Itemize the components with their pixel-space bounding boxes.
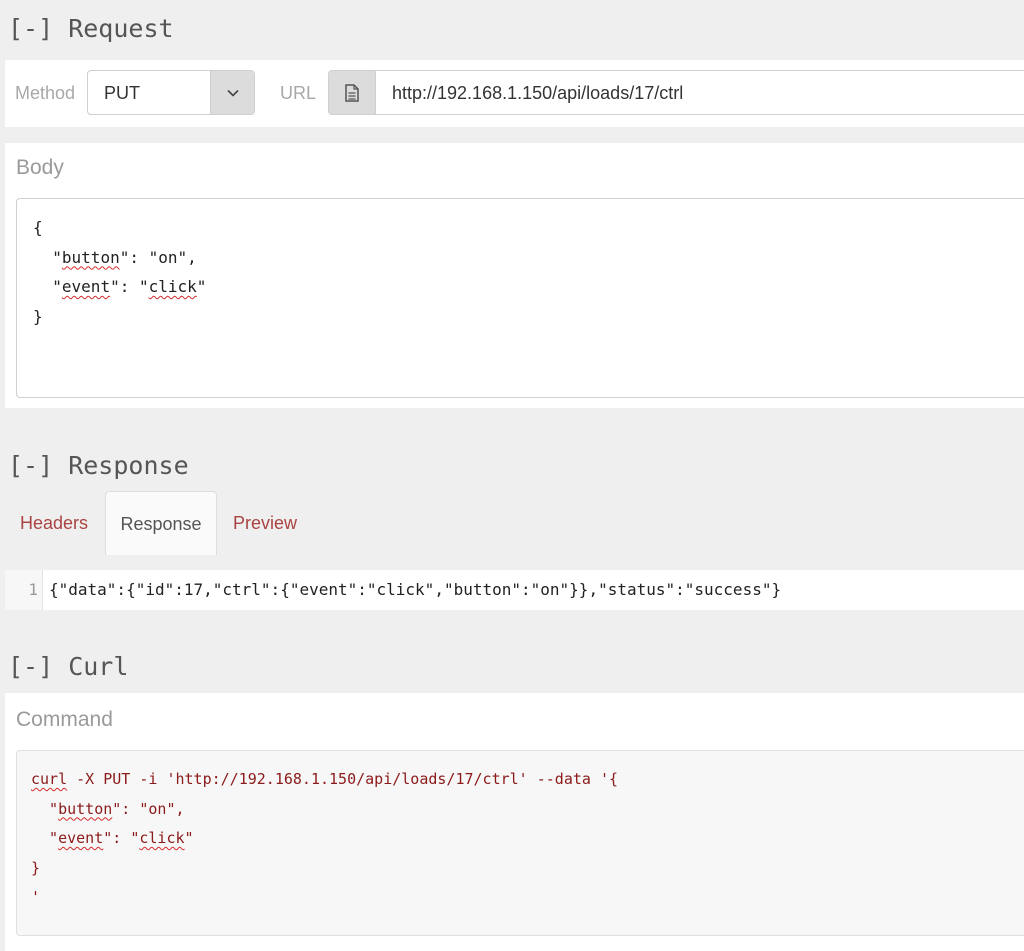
method-value: PUT bbox=[104, 83, 140, 103]
command-line: curl -X PUT -i 'http://192.168.1.150/api… bbox=[31, 770, 619, 788]
url-label: URL bbox=[280, 83, 317, 103]
url-field[interactable]: http://192.168.1.150/api/loads/17/ctrl bbox=[328, 70, 1024, 115]
response-content: {"data":{"id":17,"ctrl":{"event":"click"… bbox=[49, 580, 782, 599]
spell-error-button: button bbox=[58, 799, 113, 818]
command-heading: Command bbox=[16, 708, 113, 731]
url-value: http://192.168.1.150/api/loads/17/ctrl bbox=[392, 83, 684, 103]
curl-panel: Command curl -X PUT -i 'http://192.168.1… bbox=[5, 693, 1024, 951]
response-tabs: Headers Response Preview bbox=[5, 491, 1024, 555]
body-line: } bbox=[33, 306, 43, 326]
body-panel: Body { "button": "on", "event": "click"} bbox=[5, 143, 1024, 408]
response-section-title[interactable]: [-] Response bbox=[8, 451, 189, 480]
tab-response[interactable]: Response bbox=[105, 491, 217, 555]
tab-preview[interactable]: Preview bbox=[219, 491, 311, 555]
request-panel: Method PUT URL http://192.168.1.150/api/… bbox=[5, 60, 1024, 127]
command-line: "event": "click" bbox=[31, 829, 194, 847]
body-heading: Body bbox=[16, 156, 64, 179]
body-line: "event": "click" bbox=[33, 277, 207, 296]
method-select[interactable]: PUT bbox=[87, 70, 255, 115]
body-editor[interactable]: { "button": "on", "event": "click"} bbox=[16, 198, 1024, 398]
request-section-title[interactable]: [-] Request bbox=[8, 14, 174, 43]
spell-error-click: click bbox=[139, 829, 185, 847]
spell-error-curl: curl bbox=[31, 770, 68, 788]
spell-error-button: button bbox=[61, 247, 120, 267]
chevron-down-icon[interactable] bbox=[210, 71, 254, 114]
spell-error-click: click bbox=[148, 277, 197, 296]
method-label: Method bbox=[15, 83, 76, 103]
curl-section-title[interactable]: [-] Curl bbox=[8, 652, 128, 681]
spell-error-event: event bbox=[58, 829, 104, 847]
tab-headers[interactable]: Headers bbox=[5, 491, 103, 555]
command-line: } bbox=[31, 858, 41, 877]
command-line: ' bbox=[31, 888, 41, 906]
line-number: 1 bbox=[5, 570, 43, 610]
body-line: "button": "on", bbox=[33, 247, 197, 267]
command-line: "button": "on", bbox=[31, 799, 185, 818]
curl-command[interactable]: curl -X PUT -i 'http://192.168.1.150/api… bbox=[16, 750, 1024, 936]
spell-error-event: event bbox=[61, 277, 111, 296]
response-body[interactable]: 1 {"data":{"id":17,"ctrl":{"event":"clic… bbox=[5, 570, 1024, 610]
document-icon bbox=[329, 71, 376, 114]
body-line: { bbox=[33, 218, 43, 237]
